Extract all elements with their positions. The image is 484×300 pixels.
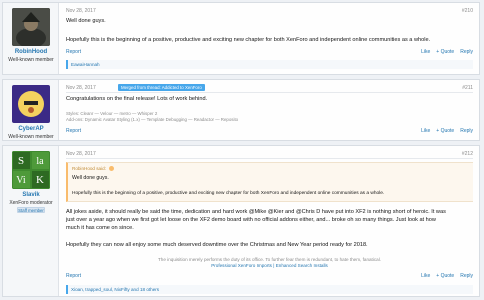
report-link[interactable]: Report bbox=[66, 273, 81, 279]
quote-button[interactable]: + Quote bbox=[436, 128, 454, 134]
quote-author[interactable]: RobinHood said: bbox=[72, 166, 115, 172]
avatar-letter: la bbox=[36, 156, 44, 167]
divider bbox=[66, 158, 473, 159]
merged-badge: Merged from thread: Addicted to XenForo bbox=[118, 84, 205, 91]
post-number[interactable]: #210 bbox=[462, 8, 473, 14]
post-text-line: much it has come on since. bbox=[66, 225, 134, 231]
post-text-line: Congratulations on the final release! Lo… bbox=[66, 96, 208, 102]
user-title: Well-known member bbox=[8, 134, 54, 140]
post-text-line: Hopefully this is the beginning of a pos… bbox=[66, 37, 431, 43]
avatar-letter: K bbox=[36, 174, 44, 186]
signature-styles: Styles: Cleanr — Velour — metro — Whispe… bbox=[66, 111, 158, 116]
post-210: RobinHood Well-known member Nov 28, 2017… bbox=[2, 2, 480, 75]
post-date[interactable]: Nov 28, 2017 bbox=[66, 151, 96, 157]
user-column: RobinHood Well-known member bbox=[3, 3, 59, 74]
post-number[interactable]: #211 bbox=[462, 85, 473, 91]
like-button[interactable]: Like bbox=[421, 273, 430, 279]
quote-button[interactable]: + Quote bbox=[436, 49, 454, 55]
avatar[interactable] bbox=[12, 85, 50, 123]
reply-button[interactable]: Reply bbox=[460, 273, 473, 279]
quote-button[interactable]: + Quote bbox=[436, 273, 454, 279]
avatar[interactable]: S la Vi K bbox=[12, 151, 50, 189]
post-number[interactable]: #212 bbox=[462, 151, 473, 157]
post-text-line: All jokes aside, it should really be sai… bbox=[66, 209, 446, 215]
likes-bar[interactable]: Xioan, trapped_soul, NixFifty and 18 oth… bbox=[66, 285, 473, 294]
staff-badge: Staff member bbox=[17, 207, 45, 213]
user-title: Well-known member bbox=[8, 57, 54, 63]
user-column: S la Vi K Slavik XenForo moderator Staff… bbox=[3, 146, 59, 296]
reply-button[interactable]: Reply bbox=[460, 128, 473, 134]
post-main: Nov 28, 2017 #210 Well done guys. Hopefu… bbox=[66, 3, 473, 74]
post-text-line: Hopefully they can now all enjoy some mu… bbox=[66, 242, 368, 248]
signature-links[interactable]: Professional XenForo Imports | Enhanced … bbox=[66, 263, 473, 268]
post-actions: Like + Quote Reply bbox=[421, 128, 473, 134]
reply-button[interactable]: Reply bbox=[460, 49, 473, 55]
likes-bar[interactable]: EawaiHannah bbox=[66, 60, 473, 69]
post-text-line: Well done guys. bbox=[66, 18, 106, 24]
username[interactable]: RobinHood bbox=[3, 49, 59, 55]
post-date[interactable]: Nov 28, 2017 bbox=[66, 85, 96, 91]
like-button[interactable]: Like bbox=[421, 49, 430, 55]
post-main: Nov 28, 2017 #212 RobinHood said: Well d… bbox=[66, 146, 473, 296]
username[interactable]: Slavik bbox=[3, 192, 59, 198]
post-main: Nov 28, 2017 Merged from thread: Addicte… bbox=[66, 80, 473, 140]
username[interactable]: CyberAP bbox=[3, 126, 59, 132]
post-actions: Like + Quote Reply bbox=[421, 273, 473, 279]
post-text-line: just over a year ago when we first got l… bbox=[66, 217, 436, 223]
post-actions: Like + Quote Reply bbox=[421, 49, 473, 55]
user-title: XenForo moderator bbox=[9, 200, 53, 206]
avatar-letter: S bbox=[18, 155, 24, 167]
likes-text[interactable]: EawaiHannah bbox=[71, 62, 100, 67]
post-date[interactable]: Nov 28, 2017 bbox=[66, 8, 96, 14]
signature-addons: Add-ons: Dynamic Avatar Styling (1.x) — … bbox=[66, 117, 239, 122]
likes-text[interactable]: Xioan, trapped_soul, NixFifty and 18 oth… bbox=[71, 287, 159, 292]
report-link[interactable]: Report bbox=[66, 49, 81, 55]
report-link[interactable]: Report bbox=[66, 128, 81, 134]
quote-author-text[interactable]: RobinHood said: bbox=[72, 166, 106, 171]
post-211: CyberAP Well-known member Nov 28, 2017 M… bbox=[2, 79, 480, 141]
quote-block: RobinHood said: Well done guys. Hopefull… bbox=[66, 162, 473, 202]
divider bbox=[66, 92, 473, 93]
avatar-letter: Vi bbox=[16, 175, 26, 186]
quote-text-line: Hopefully this is the beginning of a pos… bbox=[72, 191, 385, 196]
quote-text-line: Well done guys. bbox=[72, 175, 109, 181]
arrow-up-icon[interactable] bbox=[109, 166, 115, 172]
avatar[interactable] bbox=[12, 8, 50, 46]
signature-line: The inquisition merely performs the duty… bbox=[158, 257, 381, 262]
user-column: CyberAP Well-known member bbox=[3, 80, 59, 140]
post-212: S la Vi K Slavik XenForo moderator Staff… bbox=[2, 145, 480, 297]
like-button[interactable]: Like bbox=[421, 128, 430, 134]
